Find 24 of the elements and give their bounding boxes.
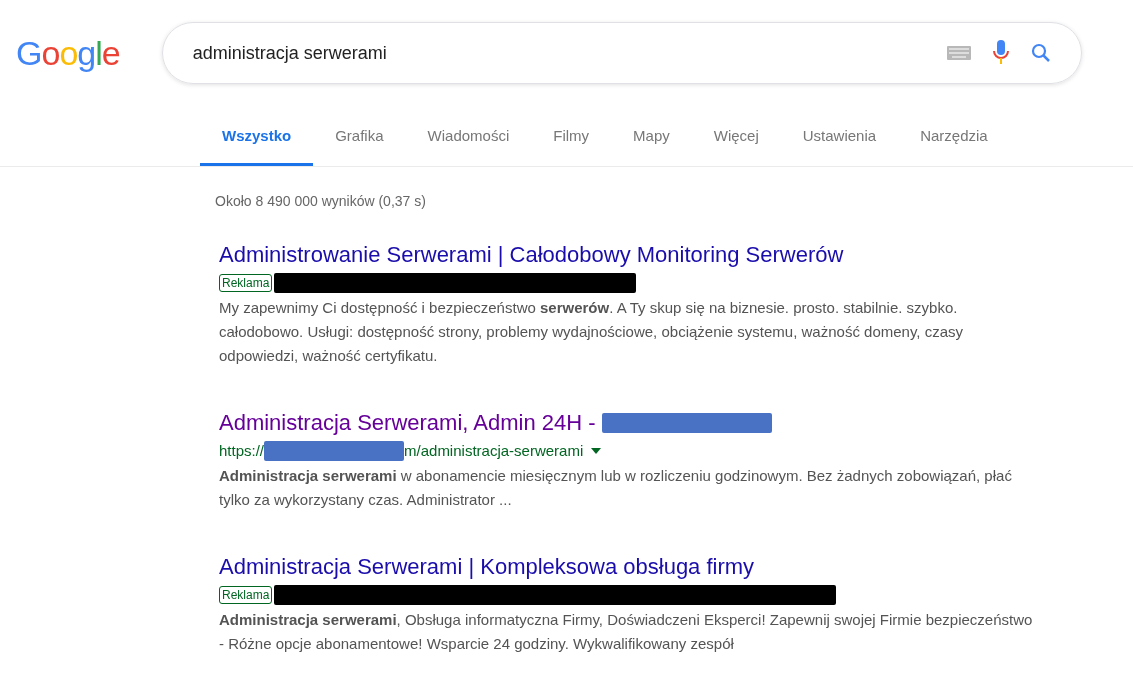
tab[interactable]: Narzędzia [898,110,1010,166]
result-url: m/administracja-serwerami [404,440,584,461]
result-snippet: My zapewnimy Ci dostępność i bezpieczeństwo serwerów. A Ty skup się na biznesie. prosto. stabilnie. szybko. całodobowo. Usługi: dostępność strony, problemy wydajnościowe, obciążenie systemu, ważność domeny, czasy odpowiedzi, ważność certyfikatu. [219,298,964,366]
tab[interactable]: Filmy [531,110,612,166]
tab[interactable]: Wszystko [200,110,314,166]
tab[interactable]: Więcej [691,110,781,166]
result-stats: Około 8 490 000 wyników (0,37 s) [215,192,427,211]
tab[interactable]: Wiadomości [405,110,532,166]
tab[interactable]: Grafika [313,110,406,166]
ad-label: Reklama [219,586,273,604]
tab[interactable]: Ustawienia [780,110,899,166]
result-snippet: Administracja serwerami w abonamencie miesięcznym lub w rozliczeniu godzinowym. Bez żadnych zobowiązań, płać tylko za wykorzystany czas. Administrator ... [219,466,1013,510]
caret-icon[interactable] [591,448,602,454]
result-title-link[interactable]: Administracja Serwerami, Admin 24H - [219,408,596,438]
search-icon[interactable] [1030,43,1051,63]
google-logo[interactable]: Google [16,36,120,70]
ad-label: Reklama [219,274,273,292]
microphone-icon[interactable] [992,40,1009,66]
result-url: https:// [219,440,265,461]
result-snippet: Administracja serwerami, Obsługa informatyczna Firmy, Doświadczeni Eksperci! Zapewnij swojej Firmie bezpieczeństwo - Różne opcje abonamentowe! Wsparcie 24 godziny. Wykwalifikowany zespół [219,610,1034,654]
search-query: administracja serwerami [192,41,388,65]
result-title-link[interactable]: Administracja Serwerami | Kompleksowa obsługa firmy [219,552,755,582]
result-title-link[interactable]: Administrowanie Serwerami | Całodobowy Monitoring Serwerów [219,240,844,270]
tab[interactable]: Mapy [611,110,692,166]
